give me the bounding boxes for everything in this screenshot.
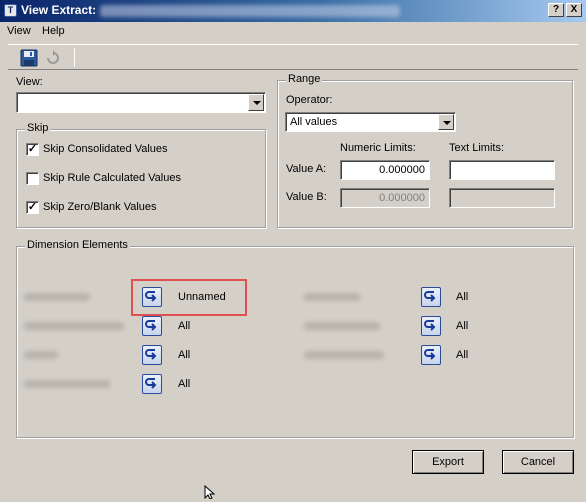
mouse-cursor-icon <box>204 484 218 500</box>
value-a-label: Value A: <box>286 163 327 175</box>
subset-select-icon[interactable] <box>421 287 441 307</box>
menu-bar: View Help <box>0 22 586 40</box>
skip-group-title: Skip <box>25 122 51 134</box>
export-button[interactable]: Export <box>412 450 484 474</box>
cancel-button[interactable]: Cancel <box>502 450 574 474</box>
operator-label: Operator: <box>286 94 333 106</box>
operator-dropdown[interactable]: All values <box>285 112 456 132</box>
help-button[interactable]: ? <box>548 3 564 17</box>
menu-view[interactable]: View <box>7 25 31 37</box>
skip-consolidated-checkbox[interactable]: ✓ <box>26 143 39 156</box>
range-group-title: Range <box>286 73 323 85</box>
toolbar <box>8 44 578 70</box>
skip-consolidated-label: Skip Consolidated Values <box>43 143 168 155</box>
dimension-value: All <box>456 291 469 303</box>
dimension-value: Unnamed <box>178 291 226 303</box>
skip-rule-calculated-label: Skip Rule Calculated Values <box>43 172 181 184</box>
dimension-name-redacted <box>24 351 58 359</box>
dimension-value: All <box>178 378 191 390</box>
chevron-down-icon[interactable] <box>248 94 264 111</box>
dimension-name-redacted <box>24 293 90 301</box>
view-label: View: <box>16 76 43 88</box>
operator-dropdown-value: All values <box>290 116 338 128</box>
dimension-value: All <box>178 320 191 332</box>
skip-zero-blank-label: Skip Zero/Blank Values <box>43 201 157 213</box>
value-b-text-input <box>449 188 555 208</box>
subset-select-icon[interactable] <box>421 345 441 365</box>
window-title: View Extract: <box>21 3 97 17</box>
subset-select-icon[interactable] <box>142 316 162 336</box>
dimension-elements-group: Dimension Elements <box>16 239 574 438</box>
view-dropdown[interactable] <box>16 92 266 113</box>
close-button[interactable]: X <box>566 3 582 17</box>
dimension-value: All <box>178 349 191 361</box>
menu-help[interactable]: Help <box>42 25 65 37</box>
dimension-name-redacted <box>24 380 110 388</box>
value-b-numeric-input: 0.000000 <box>340 188 430 208</box>
subset-select-icon[interactable] <box>142 345 162 365</box>
toolbar-separator <box>74 48 75 67</box>
subset-select-icon[interactable] <box>142 287 162 307</box>
numeric-limits-header: Numeric Limits: <box>340 142 416 154</box>
dimension-name-redacted <box>304 351 384 359</box>
skip-rule-calculated-checkbox[interactable] <box>26 172 39 185</box>
app-icon: T <box>4 4 17 17</box>
title-bar: T View Extract: ? X <box>0 0 586 22</box>
value-b-label: Value B: <box>286 191 327 203</box>
dimension-value: All <box>456 349 469 361</box>
dimension-name-redacted <box>24 322 124 330</box>
dimension-name-redacted <box>304 293 360 301</box>
dimension-elements-title: Dimension Elements <box>25 239 130 251</box>
value-a-text-input[interactable] <box>449 160 555 180</box>
subset-select-icon[interactable] <box>421 316 441 336</box>
dimension-value: All <box>456 320 469 332</box>
value-a-numeric-input[interactable]: 0.000000 <box>340 160 430 180</box>
dimension-name-redacted <box>304 322 380 330</box>
save-icon[interactable] <box>20 49 38 67</box>
skip-zero-blank-checkbox[interactable]: ✓ <box>26 201 39 214</box>
chevron-down-icon[interactable] <box>438 114 454 130</box>
redacted-title-text <box>100 5 400 17</box>
text-limits-header: Text Limits: <box>449 142 505 154</box>
refresh-icon[interactable] <box>44 49 62 67</box>
subset-select-icon[interactable] <box>142 374 162 394</box>
